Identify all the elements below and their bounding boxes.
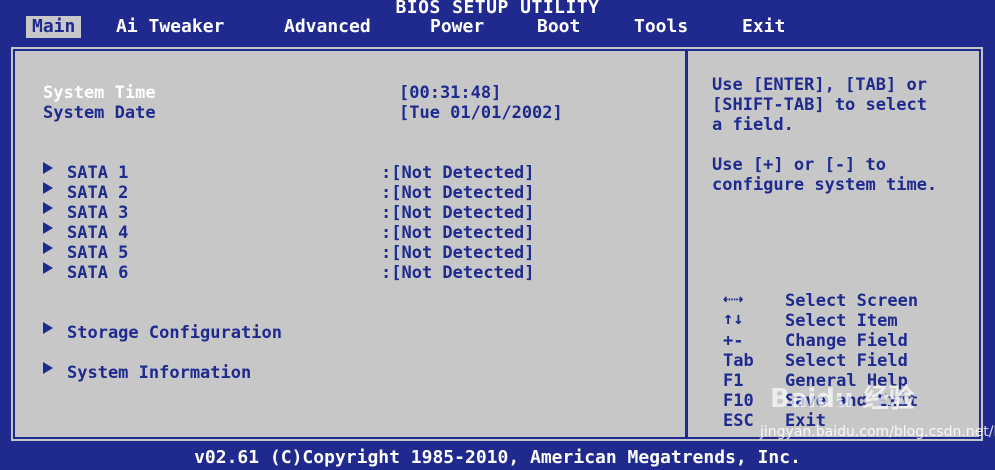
key-desc-change-field: Change Field [785,331,908,351]
sata-1-label[interactable]: SATA 1 [67,163,128,183]
storage-configuration-arrow-icon [43,322,53,334]
baidu-watermark-logo: Baidu 经验 [770,384,915,414]
help-line-5: configure system time. [712,175,938,195]
help-line-3: a field. [712,115,794,135]
sata-2-value: :[Not Detected] [381,183,535,203]
up-down-arrows-icon: ↑↓ [723,309,744,329]
sata-1-arrow-icon [43,162,53,174]
sata-6-arrow-icon [43,262,53,274]
sata-3-value: :[Not Detected] [381,203,535,223]
sata-3-label[interactable]: SATA 3 [67,203,128,223]
sata-4-label[interactable]: SATA 4 [67,223,128,243]
storage-configuration-item[interactable]: Storage Configuration [67,323,282,343]
system-time-label[interactable]: System Time [43,83,156,103]
left-right-arrows-icon: ⇠⇢ [723,289,744,309]
help-line-2: [SHIFT-TAB] to select [712,95,927,115]
sata-5-label[interactable]: SATA 5 [67,243,128,263]
sata-2-arrow-icon [43,182,53,194]
tab-advanced[interactable]: Advanced [278,16,377,38]
copyright-footer: v02.61 (C)Copyright 1985-2010, American … [194,447,801,468]
tab-main[interactable]: Main [26,16,82,38]
key-f10: F10 [723,391,754,411]
sata-1-value: :[Not Detected] [381,163,535,183]
system-information-arrow-icon [43,362,53,374]
help-line-1: Use [ENTER], [TAB] or [712,75,927,95]
tab-boot[interactable]: Boot [531,16,586,38]
key-plus-minus: +- [723,331,744,351]
system-information-item[interactable]: System Information [67,363,251,383]
key-f1: F1 [723,371,744,391]
sata-5-value: :[Not Detected] [381,243,535,263]
sata-5-arrow-icon [43,242,53,254]
key-tab: Tab [723,351,754,371]
menu-bar: Main Ai Tweaker Advanced Power Boot Tool… [0,16,995,38]
system-date-value[interactable]: [Tue 01/01/2002] [399,103,563,123]
tab-exit[interactable]: Exit [736,16,791,38]
sata-6-label[interactable]: SATA 6 [67,263,128,283]
help-line-4: Use [+] or [-] to [712,155,886,175]
key-desc-select-field: Select Field [785,351,908,371]
system-time-text: [00:31:48] [399,83,502,103]
sata-4-value: :[Not Detected] [381,223,535,243]
sata-4-arrow-icon [43,222,53,234]
system-time-value[interactable]: [00:31:48] [399,83,501,103]
sata-6-value: :[Not Detected] [381,263,535,283]
watermark-url: jingyan.baidu.com/blog.csdn.net/hhxy_wlz… [760,424,995,440]
key-desc-select-screen: Select Screen [785,291,919,311]
key-desc-select-item: Select Item [785,311,898,331]
sata-3-arrow-icon [43,202,53,214]
tab-power[interactable]: Power [424,16,490,38]
sata-2-label[interactable]: SATA 2 [67,183,128,203]
key-esc: ESC [723,411,754,431]
bios-screen: BIOS SETUP UTILITY Main Ai Tweaker Advan… [0,0,995,470]
tab-tools[interactable]: Tools [628,16,694,38]
tab-ai-tweaker[interactable]: Ai Tweaker [110,16,230,38]
panel-divider [685,51,688,437]
system-date-label[interactable]: System Date [43,103,156,123]
